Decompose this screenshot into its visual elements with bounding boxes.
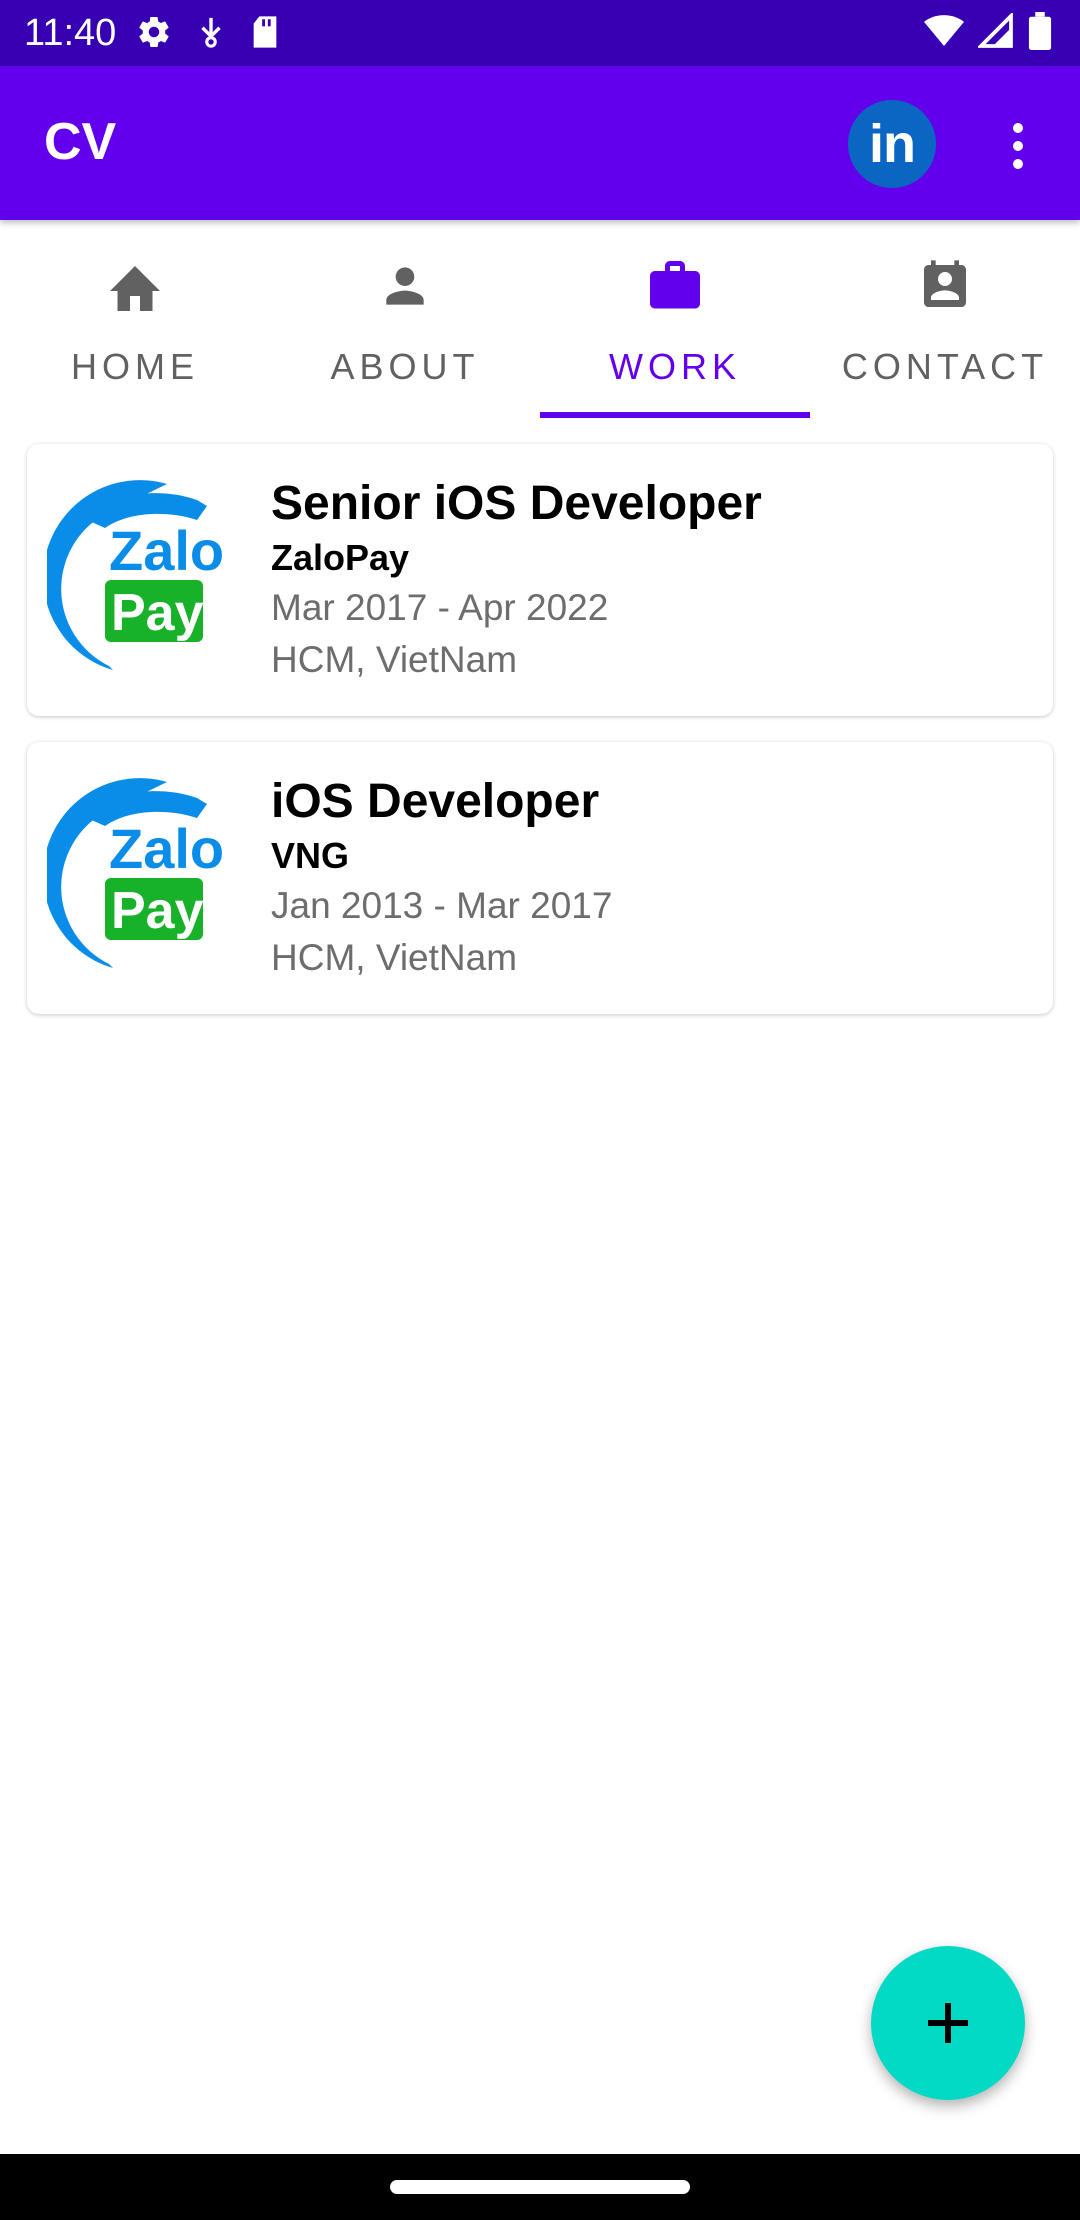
- add-fab-button[interactable]: [871, 1946, 1025, 2100]
- tab-work[interactable]: WORK: [540, 220, 810, 418]
- tab-about-label: ABOUT: [330, 346, 480, 387]
- job-location: HCM, VietNam: [271, 937, 518, 978]
- linkedin-button[interactable]: in: [848, 100, 936, 188]
- zalopay-logo: Zalo Pay: [47, 778, 224, 968]
- app-bar: CV in: [0, 66, 1080, 220]
- job-company: ZaloPay: [271, 537, 410, 578]
- home-icon: [103, 254, 167, 318]
- linkedin-icon: in: [869, 114, 916, 174]
- tab-home-label: HOME: [71, 346, 199, 387]
- home-gesture-handle[interactable]: [390, 2180, 690, 2194]
- zalopay-logo: Zalo Pay: [47, 480, 224, 670]
- job-list: Zalo Pay Senior iOS Developer ZaloPay Ma…: [27, 444, 1053, 1040]
- person-icon: [373, 254, 437, 318]
- status-icons-right: [924, 12, 1052, 50]
- briefcase-icon: [643, 254, 707, 318]
- navigation-bar: [0, 2154, 1080, 2220]
- tab-work-label: WORK: [609, 346, 741, 387]
- job-period: Jan 2013 - Mar 2017: [271, 885, 613, 926]
- status-time: 11:40: [24, 12, 117, 54]
- logo-text-zalo: Zalo: [109, 519, 224, 582]
- job-details: Senior iOS Developer ZaloPay Mar 2017 - …: [271, 474, 762, 686]
- status-icons-left: [136, 14, 280, 50]
- logo-text-pay: Pay: [111, 584, 204, 642]
- job-title: iOS Developer: [271, 775, 600, 828]
- job-location: HCM, VietNam: [271, 639, 518, 680]
- battery-icon: [1028, 12, 1052, 50]
- wifi-icon: [924, 13, 964, 49]
- tab-bar: HOME ABOUT WORK CONTACT: [0, 220, 1080, 418]
- logo-text-pay: Pay: [111, 882, 204, 940]
- job-card[interactable]: Zalo Pay iOS Developer VNG Jan 2013 - Ma…: [27, 742, 1053, 1014]
- signal-icon: [978, 13, 1014, 49]
- sd-card-icon: [250, 15, 280, 49]
- tab-contact[interactable]: CONTACT: [810, 220, 1080, 418]
- overflow-menu-button[interactable]: [996, 116, 1040, 176]
- job-period: Mar 2017 - Apr 2022: [271, 587, 609, 628]
- download-icon: [196, 15, 226, 49]
- more-vert-icon: [1013, 123, 1023, 169]
- plus-icon: [928, 2003, 968, 2043]
- app-title: CV: [44, 113, 117, 171]
- status-bar: 11:40: [0, 0, 1080, 66]
- job-card[interactable]: Zalo Pay Senior iOS Developer ZaloPay Ma…: [27, 444, 1053, 716]
- screen: 11:40 CV in HOME ABOUT WORK CONTACT Zalo…: [0, 0, 1080, 2220]
- settings-icon: [136, 14, 172, 50]
- tab-contact-label: CONTACT: [841, 346, 1049, 387]
- tab-about[interactable]: ABOUT: [270, 220, 540, 418]
- job-company: VNG: [271, 835, 350, 876]
- job-title: Senior iOS Developer: [271, 477, 762, 530]
- contact-card-icon: [913, 254, 977, 318]
- job-details: iOS Developer VNG Jan 2013 - Mar 2017 HC…: [271, 772, 612, 984]
- logo-text-zalo: Zalo: [109, 817, 224, 880]
- tab-home[interactable]: HOME: [0, 220, 270, 418]
- tab-indicator: [540, 412, 810, 418]
